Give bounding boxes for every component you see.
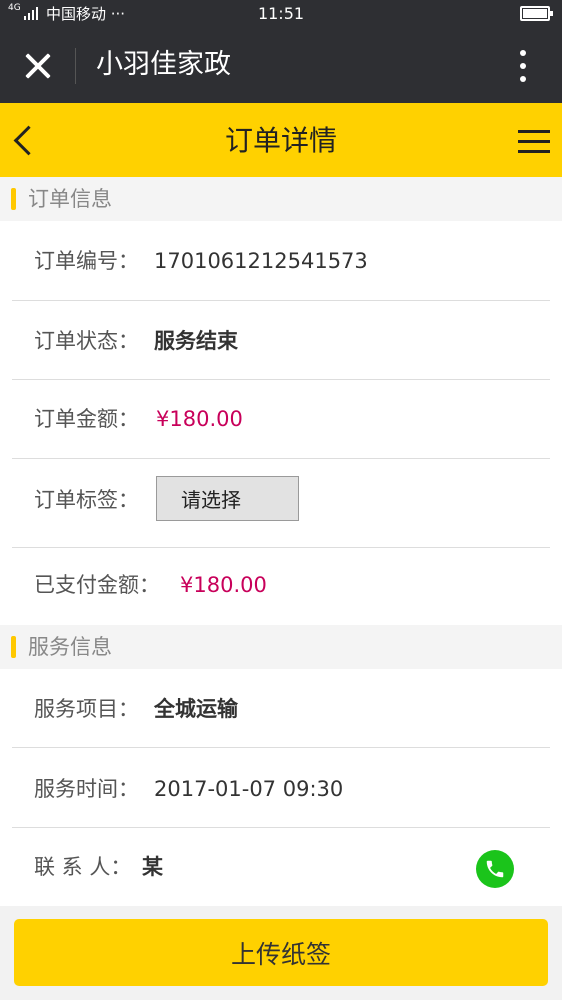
order-status-label: 订单状态：	[34, 329, 139, 353]
phone-call-icon[interactable]	[476, 850, 514, 888]
bottom-action-bar: 上传纸签	[0, 906, 562, 1000]
wechat-title-bar: 小羽佳家政	[0, 28, 562, 103]
section-marker	[11, 636, 16, 658]
section-marker	[11, 188, 16, 210]
section-title: 服务信息	[28, 635, 112, 659]
divider	[75, 48, 76, 84]
service-time-value: 2017-01-07 09:30	[154, 777, 344, 801]
service-time-label: 服务时间：	[34, 777, 139, 801]
order-amount-label: 订单金额：	[34, 407, 139, 431]
order-tag-label: 订单标签：	[34, 488, 139, 512]
upload-paper-sign-button[interactable]: 上传纸签	[14, 919, 548, 986]
paid-amount-label: 已支付金额：	[34, 573, 160, 597]
page-header: 订单详情	[0, 103, 562, 177]
service-item-label: 服务项目：	[34, 697, 139, 721]
service-item-value: 全城运输	[154, 697, 238, 721]
paid-amount-row: 已支付金额： ¥180.00	[0, 548, 562, 625]
tag-select[interactable]: 请选择	[156, 476, 299, 521]
app-title: 小羽佳家政	[96, 49, 231, 80]
service-time-row: 服务时间： 2017-01-07 09:30	[0, 748, 562, 828]
order-status-value: 服务结束	[154, 329, 238, 353]
order-amount-row: 订单金额： ¥180.00	[0, 380, 562, 459]
service-item-row: 服务项目： 全城运输	[0, 669, 562, 748]
order-amount-value: ¥180.00	[156, 407, 243, 431]
order-number-row: 订单编号： 1701061212541573	[0, 221, 562, 301]
section-order-info: 订单信息	[0, 177, 562, 221]
section-title: 订单信息	[28, 187, 112, 211]
close-icon[interactable]	[22, 50, 54, 82]
contact-value: 某	[142, 855, 163, 879]
contact-row: 联 系 人： 某	[0, 828, 562, 906]
section-service-info: 服务信息	[0, 625, 562, 669]
menu-icon[interactable]	[518, 130, 550, 154]
battery-icon	[520, 6, 553, 21]
page-title: 订单详情	[224, 124, 337, 157]
order-status-row: 订单状态： 服务结束	[0, 301, 562, 380]
more-icon[interactable]	[520, 50, 526, 82]
order-number-label: 订单编号：	[34, 249, 139, 273]
order-tag-row: 订单标签： 请选择	[0, 459, 562, 548]
paid-amount-value: ¥180.00	[180, 573, 267, 597]
status-bar: 4G 中国移动 ··· 11:51	[0, 0, 562, 28]
contact-label: 联 系 人：	[34, 855, 132, 879]
clock: 11:51	[257, 4, 305, 23]
order-number-value: 1701061212541573	[154, 249, 368, 273]
